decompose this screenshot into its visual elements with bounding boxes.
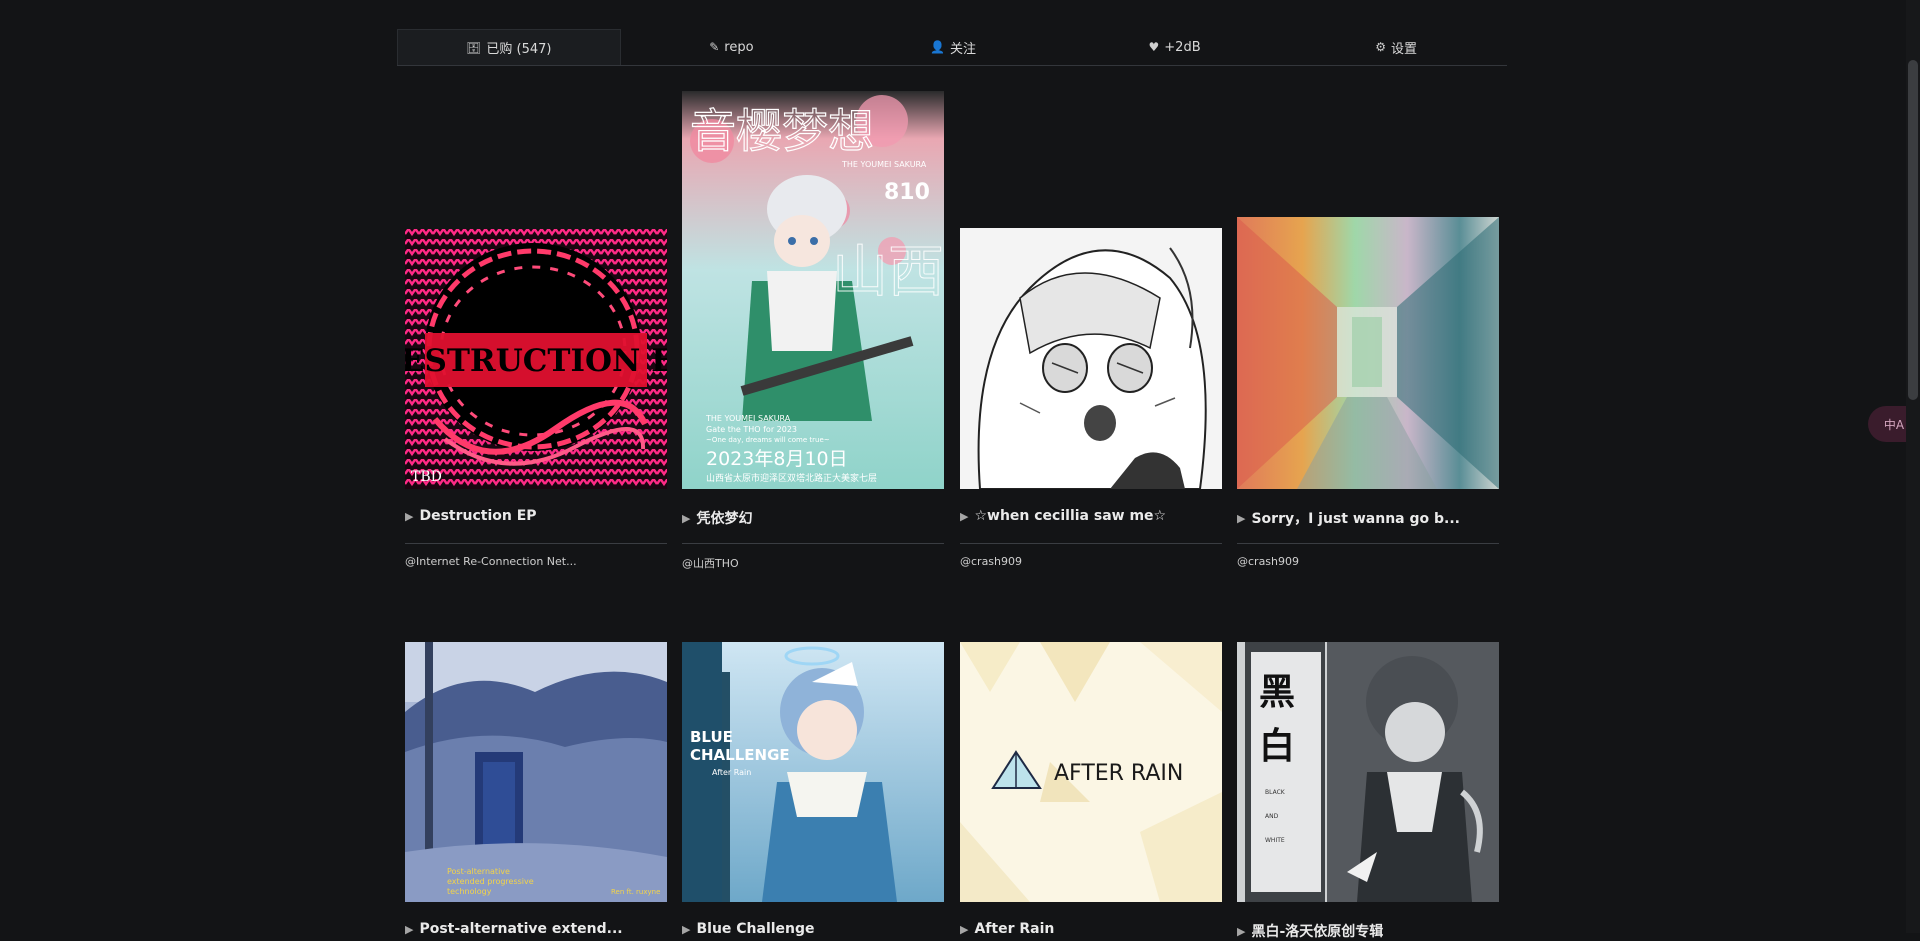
cover-logo-text: TBD [411,469,442,485]
album-title: Blue Challenge [696,921,815,937]
album-cover[interactable]: 音樱梦想 THE YOUMEI SAKURA 810 山西 THO THE YO… [682,91,944,489]
album-title-row[interactable]: ▶ Post-alternative extend... [405,921,667,937]
album-title-row[interactable]: ▶ Blue Challenge [682,921,944,937]
cover-line2: extended progressive [447,877,534,886]
tab-label: +2dB [1164,39,1201,55]
album-cover[interactable] [1237,217,1499,489]
play-icon[interactable]: ▶ [960,923,968,936]
album-cover[interactable]: 黑 白 BLACK AND WHITE [1237,642,1499,902]
album-title-row[interactable]: ▶ Sorry，I just wanna go b... [1237,508,1499,528]
album-title-row[interactable]: ▶ ☆when cecillia saw me☆ [960,508,1222,524]
tab-label: 关注 [949,41,976,57]
album-title: 黑白-洛天依原创专辑 [1251,924,1384,940]
tab-bar: 🗄 已购 (547) ✎ repo 👤 关注 ♥ +2dB ⚙ 设置 [397,29,1507,66]
album-title: After Rain [974,921,1055,937]
cover-kanji-1: 黑 [1259,671,1295,713]
tab-settings[interactable]: ⚙ 设置 [1285,29,1507,65]
database-icon: 🗄 [466,40,482,55]
cover-en-title: THE YOUMEI SAKURA [841,160,927,169]
user-icon: 👤 [930,40,945,54]
cover-line3: After Rain [712,768,751,777]
tab-favorites[interactable]: ♥ +2dB [1064,29,1286,65]
cover-line1: Post-alternative [447,867,510,876]
cover-en2: AND [1265,813,1279,820]
album-cover[interactable]: Post-alternative extended progressive te… [405,642,667,902]
album-artist[interactable]: @山西THO [682,555,739,571]
translate-icon: 中A [1883,417,1905,432]
cover-big-title: 音樱梦想 [690,104,874,158]
divider [960,543,1222,544]
cover-kanji-2: 白 [1259,725,1295,767]
cover-date: 2023年8月10日 [706,448,848,470]
album-title: ☆when cecillia saw me☆ [974,508,1167,524]
play-icon[interactable]: ▶ [682,512,690,525]
play-icon[interactable]: ▶ [682,923,690,936]
divider [405,543,667,544]
cover-en3: WHITE [1265,837,1285,844]
cover-line1: BLUE [690,728,733,746]
cover-sub3: ~One day, dreams will come true~ [706,436,830,444]
tab-label: 设置 [1391,41,1418,57]
album-artist[interactable]: @Internet Re-Connection Net... [405,555,577,568]
album-cover[interactable]: BLUE CHALLENGE After Rain [682,642,944,902]
album-title: Sorry，I just wanna go b... [1251,511,1460,527]
play-icon[interactable]: ▶ [1237,925,1245,938]
play-icon[interactable]: ▶ [1237,512,1245,525]
album-title: Post-alternative extend... [419,921,623,937]
edit-icon: ✎ [709,40,720,54]
tab-purchased[interactable]: 🗄 已购 (547) [397,29,621,65]
album-title: 凭依梦幻 [696,511,753,527]
heart-icon: ♥ [1148,40,1160,54]
tab-label: 已购 (547) [486,42,552,57]
album-cover[interactable] [960,228,1222,489]
cover-title-text: DESTRUCTION EP [405,343,667,379]
cover-line3: technology [447,887,492,896]
album-cover[interactable]: DESTRUCTION EP TBD [405,229,667,489]
cover-credit: Ren ft. ruxyne [611,888,660,896]
cover-sub2: Gate the THO for 2023 [706,425,797,434]
album-title-row[interactable]: ▶ After Rain [960,921,1222,937]
album-title: Destruction EP [419,508,537,524]
divider [1237,543,1499,544]
album-artist[interactable]: @crash909 [960,555,1022,568]
tab-label: repo [724,39,754,55]
album-title-row[interactable]: ▶ Destruction EP [405,508,667,524]
play-icon[interactable]: ▶ [405,923,413,936]
album-title-row[interactable]: ▶ 凭依梦幻 [682,508,944,528]
cover-number: 810 [884,180,930,205]
cover-address: 山西省太原市迎泽区双塔北路正大美家七层 [706,472,877,484]
play-icon[interactable]: ▶ [405,510,413,523]
gear-icon: ⚙ [1375,40,1387,54]
scrollbar-thumb[interactable] [1908,60,1918,400]
cover-sub1: THE YOUMEI SAKURA [705,414,791,423]
album-title-row[interactable]: ▶ 黑白-洛天依原创专辑 [1237,921,1499,941]
album-artist[interactable]: @crash909 [1237,555,1299,568]
album-cover[interactable]: AFTER RAIN [960,642,1222,902]
divider [682,543,944,544]
cover-after-rain-text: AFTER RAIN [1054,761,1183,786]
tab-repo[interactable]: ✎ repo [621,29,843,65]
play-icon[interactable]: ▶ [960,510,968,523]
cover-line2: CHALLENGE [690,746,790,764]
cover-en1: BLACK [1265,789,1286,796]
tab-follow[interactable]: 👤 关注 [842,29,1064,65]
cover-side-text: 山西 THO [832,240,944,305]
